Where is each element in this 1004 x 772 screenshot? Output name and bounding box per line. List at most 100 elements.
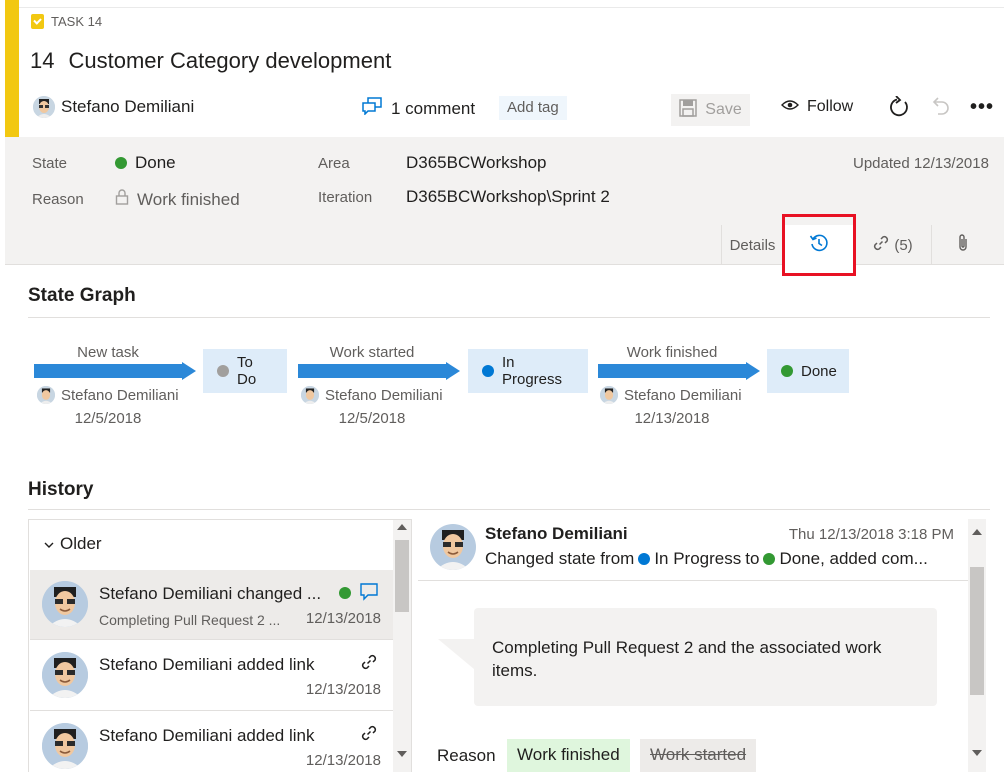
older-group-header[interactable]: Older (44, 534, 102, 554)
work-item-title[interactable]: 14 Customer Category development (30, 48, 391, 74)
state-node-label: Done (801, 362, 837, 380)
tab-links[interactable]: (5) (853, 225, 931, 265)
area-label: Area (318, 155, 350, 172)
state-graph-title: State Graph (28, 285, 136, 306)
transition-date: 12/5/2018 (338, 410, 406, 427)
area-value: D365BCWorkshop (406, 153, 547, 172)
follow-label: Follow (807, 98, 854, 115)
transition-date: 12/5/2018 (74, 410, 142, 427)
transition-user: Stefano Demiliani (325, 386, 443, 404)
assigned-to[interactable]: Stefano Demiliani (33, 96, 194, 118)
transition-by: Stefano Demiliani (37, 386, 179, 404)
scroll-thumb[interactable] (395, 540, 409, 612)
updated-timestamp: Updated 12/13/2018 (853, 155, 989, 172)
avatar (37, 386, 55, 404)
tab-details[interactable]: Details (721, 225, 783, 265)
summary-to-word: to (745, 549, 760, 568)
tab-attachments[interactable] (931, 225, 993, 265)
avatar (301, 386, 319, 404)
history-detail: Stefano Demiliani Thu 12/13/2018 3:18 PM… (418, 519, 988, 772)
area-field[interactable]: D365BCWorkshop (406, 153, 546, 173)
link-icon (360, 724, 378, 747)
work-item-id: 14 (30, 48, 55, 73)
state-node-done: Done (767, 349, 849, 393)
eye-icon (781, 98, 799, 116)
transition-by: Stefano Demiliani (301, 386, 443, 404)
history-divider (28, 509, 990, 510)
work-item-title-text[interactable]: Customer Category development (68, 48, 391, 74)
transition-label: Work finished (626, 344, 718, 361)
iteration-value: D365BCWorkshop\Sprint 2 (406, 187, 610, 206)
reason-change-label: Reason (437, 746, 496, 765)
history-item-date: 12/13/2018 (305, 752, 381, 769)
scroll-thumb[interactable] (970, 567, 984, 695)
avatar (600, 386, 618, 404)
avatar (33, 96, 55, 118)
save-button[interactable]: Save (671, 94, 750, 126)
history-list-item[interactable]: Stefano Demiliani added link 12/13/2018 (30, 712, 393, 772)
state-node-todo: To Do (203, 349, 287, 393)
history-item-title: Stefano Demiliani changed ... (99, 584, 322, 603)
state-in-progress-dot (482, 365, 494, 377)
state-done-dot (339, 587, 351, 599)
chevron-down-icon (44, 534, 54, 554)
state-todo-dot (217, 365, 229, 377)
history-item-subtitle: Completing Pull Request 2 ... (99, 612, 281, 628)
lock-icon (115, 189, 129, 210)
state-node-in-progress: In Progress (468, 349, 588, 393)
add-tag-button[interactable]: Add tag (499, 96, 567, 120)
tab-details-label: Details (729, 236, 776, 254)
refresh-icon[interactable] (888, 95, 910, 123)
paperclip-icon (957, 233, 969, 257)
history-list-item[interactable]: Stefano Demiliani changed ... Completing… (30, 570, 393, 640)
history-item-title: Stefano Demiliani added link (99, 726, 315, 745)
history-detail-scrollbar[interactable] (968, 519, 986, 772)
history-item-title: Stefano Demiliani added link (99, 655, 315, 674)
history-title: History (28, 479, 94, 500)
links-count: (5) (894, 236, 913, 254)
state-value: Done (135, 153, 176, 172)
history-detail-author: Stefano Demiliani (485, 524, 628, 543)
save-icon (679, 98, 698, 122)
history-detail-summary: Changed state from In Progress to Done, … (485, 549, 928, 569)
save-label: Save (705, 101, 742, 118)
state-node-label: In Progress (502, 354, 563, 388)
transition-user: Stefano Demiliani (624, 386, 742, 404)
iteration-field[interactable]: D365BCWorkshop\Sprint 2 (406, 187, 610, 207)
transition-user: Stefano Demiliani (61, 386, 179, 404)
work-item-type: TASK 14 (31, 14, 102, 29)
reason-field[interactable]: Work finished (115, 189, 240, 210)
comment-icon (360, 583, 378, 606)
state-graph-divider (28, 317, 990, 318)
follow-button[interactable]: Follow (781, 98, 853, 116)
task-clipboard-icon (31, 14, 44, 29)
reason-value: Work finished (137, 189, 240, 209)
scroll-up-icon[interactable] (397, 524, 407, 530)
transition-label: Work started (329, 344, 415, 361)
comments-link[interactable]: 1 comment (362, 97, 475, 120)
transition-date: 12/13/2018 (634, 410, 710, 427)
state-field[interactable]: Done (115, 153, 176, 173)
reason-label: Reason (32, 191, 84, 208)
transition-arrow (598, 362, 760, 380)
summary-prefix: Changed state from (485, 549, 635, 568)
top-divider (19, 0, 1004, 8)
history-list-scrollbar[interactable] (393, 520, 411, 772)
scroll-down-icon[interactable] (397, 751, 407, 757)
page-tabs: Details (5) (721, 225, 993, 265)
avatar (42, 652, 88, 698)
state-in-progress-dot (638, 553, 651, 565)
comment-icon (362, 97, 382, 120)
history-detail-time: Thu 12/13/2018 3:18 PM (788, 526, 954, 543)
scroll-up-icon[interactable] (972, 529, 982, 535)
comments-count: 1 comment (391, 98, 476, 118)
history-list-item[interactable]: Stefano Demiliani added link 12/13/2018 (30, 641, 393, 711)
scroll-down-icon[interactable] (972, 750, 982, 756)
undo-icon[interactable] (930, 96, 950, 123)
reason-old-value: Work started (640, 739, 757, 772)
more-actions-button[interactable]: ••• (970, 96, 994, 119)
state-done-dot (781, 365, 793, 377)
state-node-label: To Do (237, 354, 257, 388)
comment-bubble: Completing Pull Request 2 and the associ… (474, 608, 937, 706)
transition-label: New task (77, 344, 139, 361)
